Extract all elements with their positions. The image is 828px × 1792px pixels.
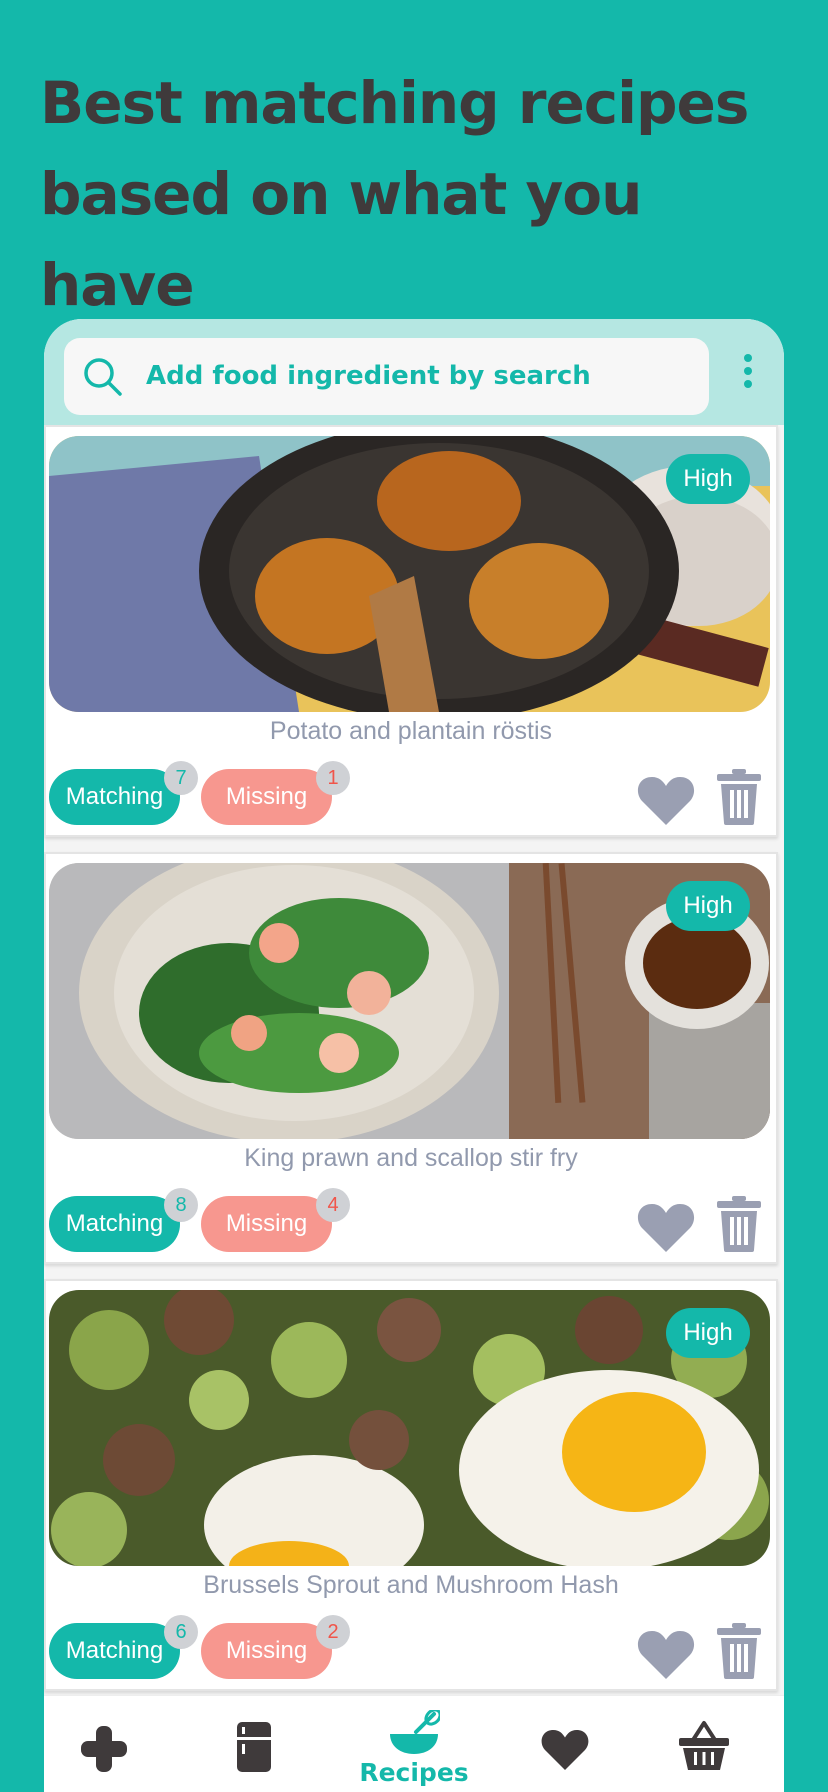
nav-fridge[interactable]: [194, 1696, 314, 1792]
nav-recipes[interactable]: Recipes: [354, 1696, 474, 1792]
favorite-heart-icon[interactable]: [636, 1202, 696, 1254]
recipe-card[interactable]: High Potato and plantain röstis Matching…: [44, 425, 778, 837]
page-headline: Best matching recipes based on what you …: [40, 58, 800, 331]
recipe-title: Brussels Sprout and Mushroom Hash: [203, 1571, 619, 1599]
favorite-heart-icon[interactable]: [636, 775, 696, 827]
recipe-photo: High: [49, 436, 770, 712]
missing-tag[interactable]: Missing: [201, 1623, 332, 1679]
matching-count: 6: [164, 1615, 198, 1649]
headline-line-2: based on what you have: [40, 160, 642, 319]
heart-icon: [541, 1730, 589, 1770]
more-vertical-icon[interactable]: [741, 354, 755, 394]
bottom-navigation: Recipes: [44, 1695, 784, 1792]
basket-icon: [679, 1721, 729, 1770]
search-icon: [84, 358, 122, 396]
missing-tag[interactable]: Missing: [201, 769, 332, 825]
search-input[interactable]: Add food ingredient by search: [64, 338, 709, 415]
matching-tag[interactable]: Matching: [49, 1196, 180, 1252]
matching-tag[interactable]: Matching: [49, 1623, 180, 1679]
recipe-card[interactable]: High King prawn and scallop stir fry Mat…: [44, 852, 778, 1264]
recipe-photo: High: [49, 863, 770, 1139]
recipe-photo: High: [49, 1290, 770, 1566]
fridge-icon: [237, 1722, 271, 1772]
matching-tag[interactable]: Matching: [49, 769, 180, 825]
matching-count: 8: [164, 1188, 198, 1222]
match-level-badge: High: [666, 1308, 750, 1358]
recipes-panel: Add food ingredient by search High Potat…: [44, 319, 784, 1792]
recipe-title: Potato and plantain röstis: [269, 717, 553, 745]
headline-line-1: Best matching recipes: [40, 69, 749, 137]
favorite-heart-icon[interactable]: [636, 1629, 696, 1681]
nav-add[interactable]: [44, 1696, 164, 1792]
nav-basket[interactable]: [644, 1696, 764, 1792]
search-placeholder: Add food ingredient by search: [146, 361, 591, 391]
nav-label-recipes: Recipes: [359, 1758, 469, 1787]
recipes-bowl-icon: [390, 1710, 440, 1754]
delete-trash-icon[interactable]: [716, 769, 762, 825]
search-bar-area: Add food ingredient by search: [44, 319, 784, 425]
delete-trash-icon[interactable]: [716, 1196, 762, 1252]
missing-count: 4: [316, 1188, 350, 1222]
missing-tag[interactable]: Missing: [201, 1196, 332, 1252]
recipe-title: King prawn and scallop stir fry: [244, 1144, 578, 1172]
nav-favorites[interactable]: [505, 1696, 625, 1792]
recipe-card[interactable]: High Brussels Sprout and Mushroom Hash M…: [44, 1279, 778, 1691]
missing-count: 1: [316, 761, 350, 795]
missing-count: 2: [316, 1615, 350, 1649]
recipe-list[interactable]: High Potato and plantain röstis Matching…: [44, 425, 784, 1695]
delete-trash-icon[interactable]: [716, 1623, 762, 1679]
match-level-badge: High: [666, 881, 750, 931]
match-level-badge: High: [666, 454, 750, 504]
matching-count: 7: [164, 761, 198, 795]
plus-icon: [81, 1726, 127, 1772]
